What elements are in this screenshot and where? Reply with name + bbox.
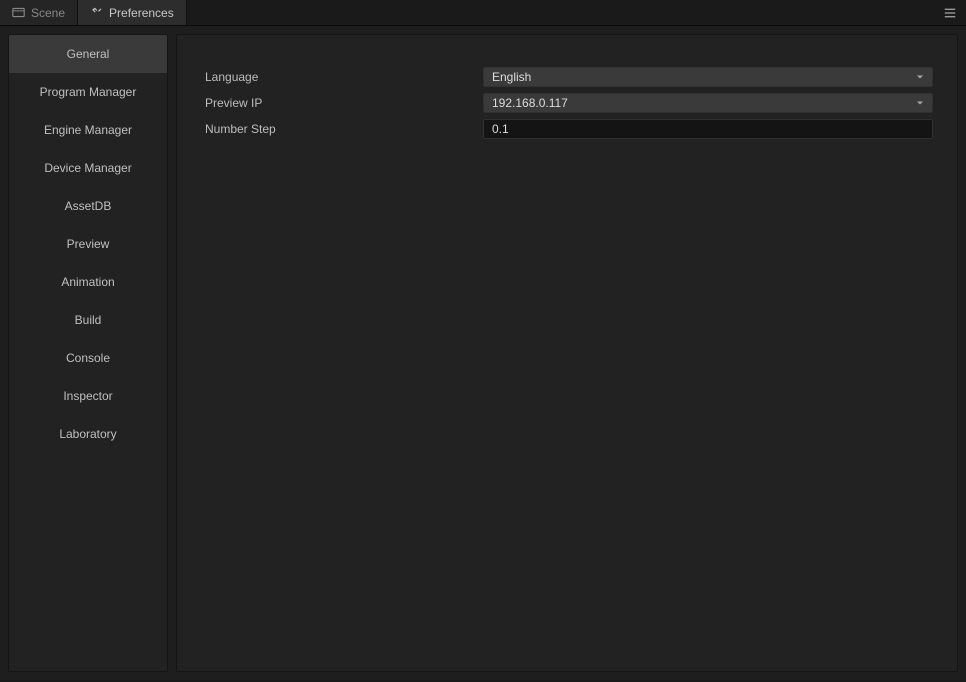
sidebar-item-animation[interactable]: Animation: [9, 263, 167, 301]
select-language-value: English: [492, 70, 531, 84]
select-preview-ip-value: 192.168.0.117: [492, 96, 568, 110]
sidebar-item-build[interactable]: Build: [9, 301, 167, 339]
tab-preferences-label: Preferences: [109, 6, 174, 20]
label-language: Language: [201, 70, 483, 84]
tab-bar: Scene Preferences: [0, 0, 966, 26]
panel-menu-button[interactable]: [940, 0, 960, 26]
preferences-content: Language English Preview IP 192.168.0.11…: [176, 34, 958, 672]
sidebar-item-preview[interactable]: Preview: [9, 225, 167, 263]
panel-body: General Program Manager Engine Manager D…: [0, 26, 966, 680]
sidebar-item-assetdb[interactable]: AssetDB: [9, 187, 167, 225]
tab-scene-label: Scene: [31, 6, 65, 20]
preferences-sidebar: General Program Manager Engine Manager D…: [8, 34, 168, 672]
sidebar-item-inspector[interactable]: Inspector: [9, 377, 167, 415]
sidebar-item-program-manager[interactable]: Program Manager: [9, 73, 167, 111]
tab-preferences[interactable]: Preferences: [78, 0, 187, 25]
sidebar-item-laboratory[interactable]: Laboratory: [9, 415, 167, 453]
sidebar-item-engine-manager[interactable]: Engine Manager: [9, 111, 167, 149]
tools-icon: [90, 6, 103, 19]
input-number-step-value: 0.1: [492, 122, 509, 136]
label-number-step: Number Step: [201, 122, 483, 136]
select-preview-ip[interactable]: 192.168.0.117: [483, 93, 933, 113]
select-language[interactable]: English: [483, 67, 933, 87]
sidebar-item-device-manager[interactable]: Device Manager: [9, 149, 167, 187]
row-number-step: Number Step 0.1: [201, 119, 933, 139]
input-number-step[interactable]: 0.1: [483, 119, 933, 139]
sidebar-item-console[interactable]: Console: [9, 339, 167, 377]
chevron-down-icon: [914, 97, 926, 109]
sidebar-item-general[interactable]: General: [9, 35, 167, 73]
scene-icon: [12, 6, 25, 19]
label-preview-ip: Preview IP: [201, 96, 483, 110]
row-language: Language English: [201, 67, 933, 87]
tab-scene[interactable]: Scene: [0, 0, 78, 25]
hamburger-icon: [943, 6, 957, 20]
row-preview-ip: Preview IP 192.168.0.117: [201, 93, 933, 113]
chevron-down-icon: [914, 71, 926, 83]
